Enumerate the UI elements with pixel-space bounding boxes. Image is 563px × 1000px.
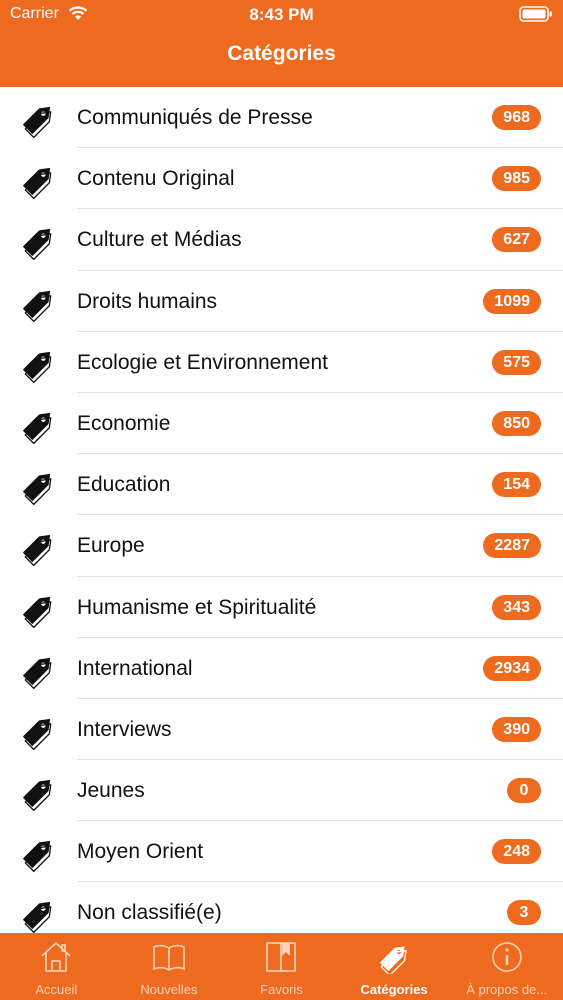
tag-icon [18,405,58,445]
tab-categories[interactable]: Catégories [338,933,451,1000]
tag-icon [18,283,58,323]
category-list[interactable]: Communiqués de Presse 968 Contenu Original… [0,87,563,933]
status-bar: Carrier 8:43 PM [0,0,563,30]
count-badge: 343 [492,594,541,620]
category-row[interactable]: Economie 850 [0,393,563,455]
count-badge: 850 [492,410,541,436]
header: Carrier 8:43 PM Catégories [0,0,563,87]
category-label: Moyen Orient [77,840,204,864]
tag-icon [18,711,58,751]
category-row[interactable]: Ecologie et Environnement 575 [0,332,563,393]
battery-icon [519,6,552,22]
category-row[interactable]: International 2934 [0,638,563,699]
category-row[interactable]: Europe 2287 [0,515,563,577]
count-badge: 390 [492,716,541,742]
tag-icon [18,894,58,933]
count-badge: 2934 [483,655,541,681]
category-label: Economie [77,411,171,435]
count-badge: 0 [507,778,541,804]
category-label: Ecologie et Environnement [77,350,328,374]
tab-favoris[interactable]: Favoris [225,933,338,1000]
category-row[interactable]: Droits humains 1099 [0,271,563,332]
category-row[interactable]: Communiqués de Presse 968 [0,87,563,149]
tab-label: À propos de... [466,982,548,997]
tag-icon [18,527,58,567]
count-badge: 248 [492,839,541,865]
tag-icon [18,221,58,261]
category-label: Communiqués de Presse [77,106,313,129]
tag-icon [18,160,58,200]
tag-icon [18,650,58,690]
category-row[interactable]: Culture et Médias 627 [0,209,563,271]
category-label: Interviews [77,717,172,741]
tag-icon [18,466,58,506]
category-row[interactable]: Education 154 [0,454,563,516]
tag-icon [18,589,58,629]
tab-accueil[interactable]: Accueil [0,933,113,1000]
category-label: Jeunes [77,779,145,803]
category-label: Education [77,473,171,497]
tag-icon [18,99,58,139]
count-badge: 985 [492,166,541,192]
count-badge: 627 [492,227,541,253]
tab-label: Catégories [360,982,428,997]
count-badge: 3 [507,900,541,926]
category-row[interactable]: Interviews 390 [0,699,563,761]
category-row[interactable]: Contenu Original 985 [0,148,563,210]
tag-icon [18,833,58,873]
category-label: Droits humains [77,289,218,313]
category-label: Non classifié(e) [77,901,222,925]
tab-bar: Accueil Nouvelles Favoris Catégories À propo… [0,933,563,1000]
category-label: Contenu Original [77,167,235,191]
category-label: Europe [77,534,145,558]
category-row[interactable]: Humanisme et Spiritualité 343 [0,577,563,638]
app-screen: Carrier 8:43 PM Catégories Communiqués d… [0,0,563,1000]
status-time: 8:43 PM [249,5,314,24]
tab-nouvelles[interactable]: Nouvelles [113,933,226,1000]
tab-label: Nouvelles [140,982,198,997]
page-title: Catégories [227,42,336,65]
count-badge: 968 [492,105,541,130]
tag-icon [18,772,58,812]
tab-label: Accueil [35,982,78,997]
category-label: International [77,656,193,680]
tab-a-propos[interactable]: À propos de... [450,933,563,1000]
tag-icon [18,344,58,384]
tab-label: Favoris [260,982,303,997]
category-row[interactable]: Moyen Orient 248 [0,821,563,883]
category-label: Humanisme et Spiritualité [77,595,317,619]
count-badge: 1099 [483,288,541,314]
category-label: Culture et Médias [77,228,242,252]
category-row[interactable]: Non classifié(e) 3 [0,882,563,933]
category-row[interactable]: Jeunes 0 [0,760,563,822]
count-badge: 2287 [483,533,541,559]
count-badge: 575 [492,349,541,375]
count-badge: 154 [492,472,541,498]
